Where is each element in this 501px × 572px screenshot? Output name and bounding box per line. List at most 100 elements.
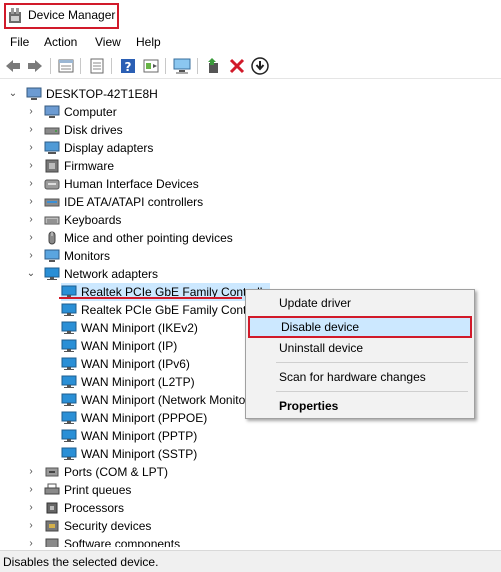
chevron-right-icon[interactable]: ›	[26, 125, 36, 135]
network-adapter-icon	[61, 393, 77, 406]
selection-underline	[59, 297, 242, 299]
network-adapter-icon	[61, 447, 77, 460]
update-driver-menu-item[interactable]: Update driver	[279, 296, 351, 310]
tree-category-security-devices[interactable]: › Security devices	[0, 517, 300, 535]
menu-separator	[276, 391, 468, 392]
forward-icon[interactable]	[26, 57, 44, 75]
view-icon[interactable]	[142, 57, 160, 75]
monitor-icon[interactable]	[173, 57, 191, 75]
properties-menu-item[interactable]: Properties	[279, 399, 338, 413]
network-item[interactable]: WAN Miniport (Network Monitor)	[61, 391, 270, 409]
menu-separator	[276, 362, 468, 363]
window-title: Device Manager	[28, 8, 116, 22]
keyboard-icon	[44, 216, 60, 225]
chevron-right-icon[interactable]: ›	[26, 233, 36, 243]
chevron-right-icon[interactable]: ›	[26, 251, 36, 261]
tree-category-ide-ata-atapi-controllers[interactable]: › IDE ATA/ATAPI controllers	[0, 193, 300, 211]
properties-grid-icon[interactable]	[57, 57, 75, 75]
tree-category-computer[interactable]: › Computer	[0, 103, 300, 121]
menu-view[interactable]: View	[95, 35, 121, 49]
context-menu: Update driver Disable device Uninstall d…	[245, 289, 475, 419]
chevron-right-icon[interactable]: ›	[26, 107, 36, 117]
tree-category-disk-drives[interactable]: › Disk drives	[0, 121, 300, 139]
menu-help[interactable]: Help	[136, 35, 161, 49]
computer-icon	[26, 87, 42, 100]
chevron-right-icon[interactable]: ›	[26, 539, 36, 548]
mouse-icon	[48, 231, 56, 245]
network-item[interactable]: WAN Miniport (PPPOE)	[61, 409, 270, 427]
network-item[interactable]: WAN Miniport (IPv6)	[61, 355, 270, 373]
help-icon[interactable]: ?	[119, 57, 137, 75]
network-item[interactable]: WAN Miniport (L2TP)	[61, 373, 270, 391]
network-adapter-icon	[61, 357, 77, 370]
disable-device-highlight[interactable]: Disable device	[248, 316, 472, 338]
network-adapter-icon	[61, 375, 77, 388]
firmware-icon	[45, 159, 59, 173]
monitor-icon	[44, 249, 60, 262]
network-item[interactable]: WAN Miniport (PPTP)	[61, 427, 270, 445]
status-bar: Disables the selected device.	[0, 550, 501, 572]
tree-category-monitors[interactable]: › Monitors	[0, 247, 300, 265]
network-item[interactable]: WAN Miniport (IP)	[61, 337, 270, 355]
ide-controller-icon	[44, 198, 60, 207]
tree-category-firmware[interactable]: › Firmware	[0, 157, 300, 175]
svg-text:?: ?	[125, 60, 132, 74]
status-text: Disables the selected device.	[3, 555, 159, 569]
toolbar-separator	[80, 58, 81, 74]
scan-hardware-menu-item[interactable]: Scan for hardware changes	[279, 370, 426, 384]
display-adapter-icon	[44, 141, 60, 154]
chevron-right-icon[interactable]: ›	[26, 503, 36, 513]
chevron-right-icon[interactable]: ›	[26, 521, 36, 531]
network-adapter-icon	[61, 429, 77, 442]
tree-category-network-adapters[interactable]: ⌄ Network adapters	[0, 265, 300, 283]
chevron-right-icon[interactable]: ›	[26, 161, 36, 171]
chevron-down-icon[interactable]: ⌄	[8, 89, 18, 99]
network-item[interactable]: WAN Miniport (IKEv2)	[61, 319, 270, 337]
tree-category-keyboards[interactable]: › Keyboards	[0, 211, 300, 229]
uninstall-device-menu-item[interactable]: Uninstall device	[279, 341, 363, 355]
tree-category-ports[interactable]: › Ports (COM & LPT)	[0, 463, 300, 481]
network-adapter-icon	[44, 267, 60, 280]
chevron-right-icon[interactable]: ›	[26, 143, 36, 153]
security-device-icon	[45, 520, 59, 532]
network-adapter-icon	[61, 339, 77, 352]
network-adapter-icon	[61, 411, 77, 424]
chevron-right-icon[interactable]: ›	[26, 485, 36, 495]
port-icon	[45, 467, 59, 477]
processor-icon	[46, 502, 58, 514]
chevron-right-icon[interactable]: ›	[26, 467, 36, 477]
network-adapter-icon	[61, 303, 77, 316]
tree-category-processors[interactable]: › Processors	[0, 499, 300, 517]
toolbar-separator	[165, 58, 166, 74]
menu-bar: File Action View Help	[0, 32, 501, 52]
network-item[interactable]: WAN Miniport (SSTP)	[61, 445, 270, 463]
toolbar-separator	[111, 58, 112, 74]
add-driver-icon[interactable]	[205, 57, 223, 75]
back-icon[interactable]	[4, 57, 22, 75]
tree-category-mice[interactable]: › Mice and other pointing devices	[0, 229, 300, 247]
toolbar-separator	[197, 58, 198, 74]
tree-category-print-queues[interactable]: › Print queues	[0, 481, 300, 499]
menu-action[interactable]: Action	[44, 35, 77, 49]
toolbar: ?	[0, 53, 501, 79]
tree-category-software-components[interactable]: › Software components	[0, 535, 300, 547]
chevron-right-icon[interactable]: ›	[26, 215, 36, 225]
download-icon[interactable]	[251, 57, 269, 75]
computer-icon	[44, 105, 60, 118]
network-adapter-icon	[61, 321, 77, 334]
chevron-down-icon[interactable]: ⌄	[26, 269, 36, 279]
printer-icon	[44, 483, 60, 495]
menu-file[interactable]: File	[10, 35, 29, 49]
software-component-icon	[45, 538, 59, 547]
disk-drive-icon	[44, 127, 60, 135]
remove-icon[interactable]	[228, 57, 246, 75]
chevron-right-icon[interactable]: ›	[26, 179, 36, 189]
tree-category-human-interface-devices[interactable]: › Human Interface Devices	[0, 175, 300, 193]
tree-category-display-adapters[interactable]: › Display adapters	[0, 139, 300, 157]
chevron-right-icon[interactable]: ›	[26, 197, 36, 207]
disable-device-menu-item[interactable]: Disable device	[281, 320, 359, 334]
network-item[interactable]: Realtek PCIe GbE Family Controller	[61, 301, 273, 319]
update-list-icon[interactable]	[88, 57, 106, 75]
device-manager-icon	[9, 8, 21, 23]
tree-root[interactable]: ⌄ DESKTOP-42T1E8H	[0, 85, 300, 103]
